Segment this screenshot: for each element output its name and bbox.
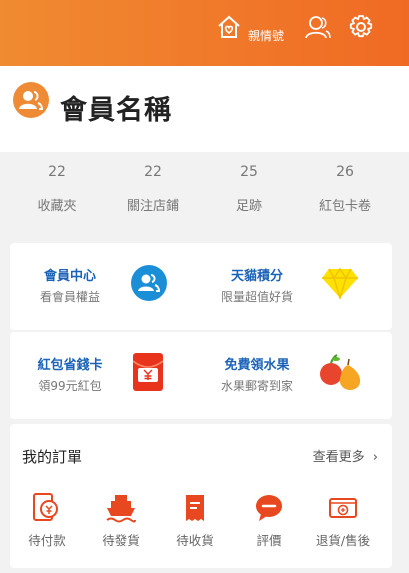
order-label: 退貨/售後 <box>315 533 371 548</box>
chevron-right-icon: › <box>372 450 378 465</box>
stat-count: 22 <box>48 164 66 180</box>
view-more-link[interactable]: 查看更多 › <box>313 446 378 465</box>
stats-row: 22 收藏夾 22 關注店鋪 25 足跡 26 紅包卡卷 <box>0 152 409 240</box>
red-envelope-icon[interactable] <box>133 353 163 391</box>
receipt-icon <box>186 495 204 521</box>
promo-subtitle: 限量超值好貨 <box>220 290 293 304</box>
settings-gear-icon[interactable] <box>348 14 374 40</box>
stat-count: 22 <box>144 164 162 180</box>
family-account-label[interactable]: 親情號 <box>248 27 284 44</box>
account-icon[interactable] <box>304 14 332 40</box>
shipping-icon <box>106 495 136 523</box>
promo-subtitle: 領99元紅包 <box>38 379 102 393</box>
orders-title: 我的訂單 <box>22 448 83 466</box>
order-label: 待收貨 <box>176 533 214 548</box>
promo-subtitle: 看會員權益 <box>39 290 100 304</box>
promo-card-bottom: 紅包省錢卡 領99元紅包 免費領水果 水果郵寄到家 <box>10 332 392 419</box>
member-avatar-glyph <box>19 91 44 110</box>
order-label: 待發貨 <box>102 533 140 548</box>
stat-count: 26 <box>336 164 354 180</box>
promo-title: 紅包省錢卡 <box>37 358 103 373</box>
promo-title: 會員中心 <box>43 269 96 284</box>
promo-card-top: 會員中心 看會員權益 天貓積分 限量超值好貨 <box>10 243 392 330</box>
member-center-icon[interactable] <box>131 265 167 301</box>
order-label: 待付款 <box>28 533 66 548</box>
promo-title: 免費領水果 <box>224 358 290 373</box>
promo-title: 天貓積分 <box>230 269 283 284</box>
member-avatar-icon[interactable] <box>13 82 49 118</box>
stat-count: 25 <box>240 164 258 180</box>
profile-section: 會員名稱 <box>0 66 409 152</box>
refund-icon <box>329 498 357 518</box>
top-header: 親情號 <box>0 0 409 66</box>
member-name[interactable]: 會員名稱 <box>60 88 172 127</box>
stat-label: 紅包卡卷 <box>318 199 371 214</box>
review-icon <box>256 495 282 521</box>
orders-card: 我的訂單 查看更多 › 待付款 待發貨 待收貨 評價 退貨/售後 <box>10 424 392 568</box>
payment-icon <box>33 493 58 521</box>
fruit-icon[interactable] <box>319 351 361 391</box>
order-label: 評價 <box>256 533 282 548</box>
promo-subtitle: 水果郵寄到家 <box>220 379 293 393</box>
view-more-label: 查看更多 <box>312 450 365 465</box>
family-home-icon[interactable] <box>216 14 242 40</box>
diamond-icon[interactable] <box>321 267 359 299</box>
